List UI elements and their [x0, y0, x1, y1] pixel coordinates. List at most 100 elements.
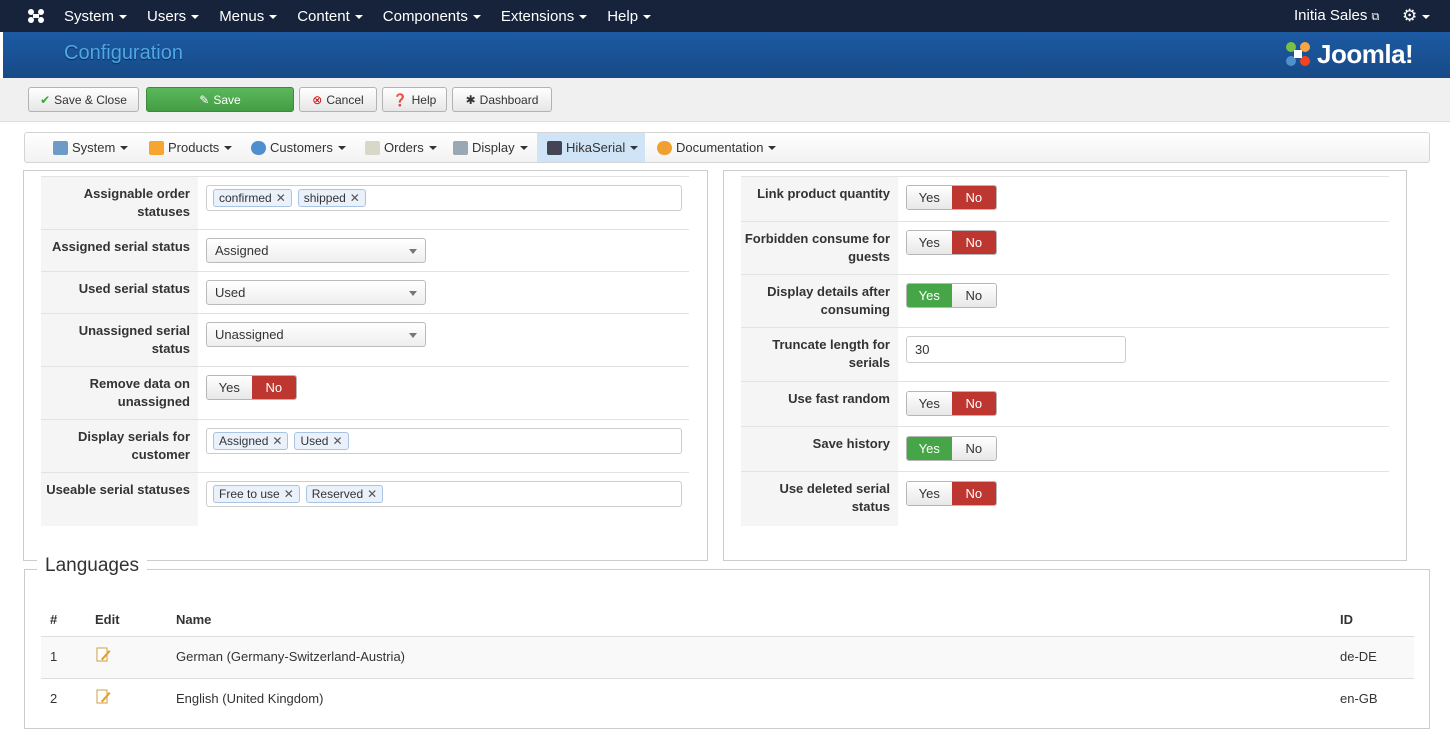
tag-assigned: Assigned ✕: [213, 432, 289, 450]
cancel-button[interactable]: ⊗ Cancel: [299, 87, 377, 112]
yes-option[interactable]: Yes: [907, 284, 952, 307]
row-number: 1: [50, 649, 58, 664]
link-quantity-toggle[interactable]: Yes No: [906, 185, 997, 210]
no-option[interactable]: No: [951, 392, 996, 415]
display-serials-tags-input[interactable]: Assigned ✕ Used ✕: [206, 428, 682, 454]
assigned-row: Assigned serial status Assigned: [41, 229, 689, 272]
remove-data-toggle[interactable]: Yes No: [206, 375, 297, 400]
products-icon: [149, 140, 164, 155]
dropdown-arrow-icon: [409, 291, 417, 296]
menu-components[interactable]: Components: [383, 8, 481, 25]
tab-system[interactable]: System: [53, 133, 129, 162]
used-status-select[interactable]: Used: [206, 280, 426, 305]
dropdown-arrow-icon: [409, 249, 417, 254]
tab-products[interactable]: Products: [149, 133, 233, 162]
yes-option[interactable]: Yes: [907, 392, 952, 415]
tab-customers[interactable]: Customers: [251, 133, 346, 162]
tag-shipped: shipped ✕: [297, 189, 366, 207]
menu-extensions[interactable]: Extensions: [501, 8, 588, 25]
table-row: 2 English (United Kingdom) en-GB: [41, 678, 1414, 720]
help-icon: ❓: [392, 92, 408, 107]
save-history-label: Save history: [741, 427, 898, 472]
useable-tags-input[interactable]: Free to use ✕ Reserved ✕: [206, 481, 682, 507]
save-history-toggle[interactable]: Yes No: [906, 436, 997, 461]
useable-label: Useable serial statuses: [41, 473, 198, 526]
remove-tag-icon[interactable]: ✕: [272, 434, 282, 448]
unassigned-row: Unassigned serial status Unassigned: [41, 313, 689, 367]
fast-random-label: Use fast random: [741, 382, 898, 427]
forbidden-consume-toggle[interactable]: Yes No: [906, 230, 997, 255]
no-option[interactable]: No: [951, 231, 996, 254]
col-edit: Edit: [95, 612, 120, 627]
language-name: English (United Kingdom): [176, 691, 324, 706]
no-option[interactable]: No: [251, 376, 296, 399]
joomla-logo-icon: [1286, 42, 1310, 66]
menu-system[interactable]: System: [64, 8, 128, 25]
tab-orders[interactable]: Orders: [365, 133, 437, 162]
truncate-row: Truncate length for serials 30: [741, 327, 1389, 382]
yes-option[interactable]: Yes: [907, 186, 952, 209]
language-id: en-GB: [1340, 691, 1378, 706]
save-close-button[interactable]: ✔ Save & Close: [28, 87, 139, 112]
display-serials-label: Display serials for customer: [41, 420, 198, 473]
useable-row: Useable serial statuses Free to use ✕ Res…: [41, 472, 689, 526]
tab-display[interactable]: Display: [453, 133, 528, 162]
config-tabs: System Products Customers Orders Display…: [24, 132, 1430, 163]
dashboard-button[interactable]: ✱ Dashboard: [452, 87, 552, 112]
save-button[interactable]: ✎ Save: [146, 87, 294, 112]
joomla-icon[interactable]: [26, 7, 46, 25]
remove-tag-icon[interactable]: ✕: [332, 434, 342, 448]
yes-option[interactable]: Yes: [907, 231, 952, 254]
no-option[interactable]: No: [951, 284, 996, 307]
display-details-toggle[interactable]: Yes No: [906, 283, 997, 308]
edit-icon[interactable]: [96, 689, 111, 705]
yes-option[interactable]: Yes: [207, 376, 252, 399]
assignable-tags-input[interactable]: confirmed ✕ shipped ✕: [206, 185, 682, 211]
deleted-status-toggle[interactable]: Yes No: [906, 481, 997, 506]
remove-tag-icon[interactable]: ✕: [367, 487, 377, 501]
assignable-label: Assignable order statuses: [41, 177, 198, 231]
customers-icon: [251, 140, 266, 155]
languages-fieldset: Languages # Edit Name ID 1 German (Germa…: [24, 555, 1430, 729]
joomla-logo: Joomla!: [1283, 36, 1414, 72]
remove-tag-icon[interactable]: ✕: [350, 191, 360, 205]
used-row: Used serial status Used: [41, 271, 689, 314]
table-row: 1 German (Germany-Switzerland-Austria) d…: [41, 636, 1414, 678]
no-option[interactable]: No: [951, 437, 996, 460]
check-icon: ✔: [40, 92, 51, 107]
tag-reserved: Reserved ✕: [305, 485, 384, 503]
assigned-status-select[interactable]: Assigned: [206, 238, 426, 263]
deleted-status-label: Use deleted serial status: [741, 472, 898, 526]
menu-content[interactable]: Content: [297, 8, 363, 25]
tab-hikaserial[interactable]: HikaSerial: [537, 133, 645, 162]
remove-tag-icon[interactable]: ✕: [284, 487, 294, 501]
edit-icon[interactable]: [96, 647, 111, 663]
site-link[interactable]: Initia Sales ⧉: [1294, 0, 1379, 32]
toolbar: ✔ Save & Close ✎ Save ⊗ Cancel ❓ Help ✱ Dashb…: [0, 78, 1450, 122]
settings-gear-icon[interactable]: ⚙: [1402, 0, 1431, 32]
top-navbar: System Users Menus Content Components Ex…: [0, 0, 1450, 32]
tab-documentation[interactable]: Documentation: [657, 133, 777, 162]
menu-help[interactable]: Help: [607, 8, 652, 25]
truncate-length-input[interactable]: 30: [906, 336, 1126, 363]
fast-random-toggle[interactable]: Yes No: [906, 391, 997, 416]
dropdown-arrow-icon: [409, 333, 417, 338]
assigned-label: Assigned serial status: [41, 230, 198, 272]
yes-option[interactable]: Yes: [907, 437, 952, 460]
menu-menus[interactable]: Menus: [219, 8, 278, 25]
no-option[interactable]: No: [951, 186, 996, 209]
documentation-icon: [657, 140, 672, 155]
no-option[interactable]: No: [951, 482, 996, 505]
edit-icon: ✎: [199, 92, 210, 107]
menu-users[interactable]: Users: [147, 8, 200, 25]
display-icon: [453, 140, 468, 155]
tag-free-to-use: Free to use ✕: [213, 485, 300, 503]
save-history-row: Save history Yes No: [741, 426, 1389, 472]
yes-option[interactable]: Yes: [907, 482, 952, 505]
remove-tag-icon[interactable]: ✕: [276, 191, 286, 205]
languages-legend: Languages: [37, 555, 148, 577]
help-button[interactable]: ❓ Help: [382, 87, 447, 112]
unassigned-status-select[interactable]: Unassigned: [206, 322, 426, 347]
assignable-row: Assignable order statuses confirmed ✕ shi…: [41, 176, 689, 231]
external-link-icon: ⧉: [1371, 11, 1380, 23]
